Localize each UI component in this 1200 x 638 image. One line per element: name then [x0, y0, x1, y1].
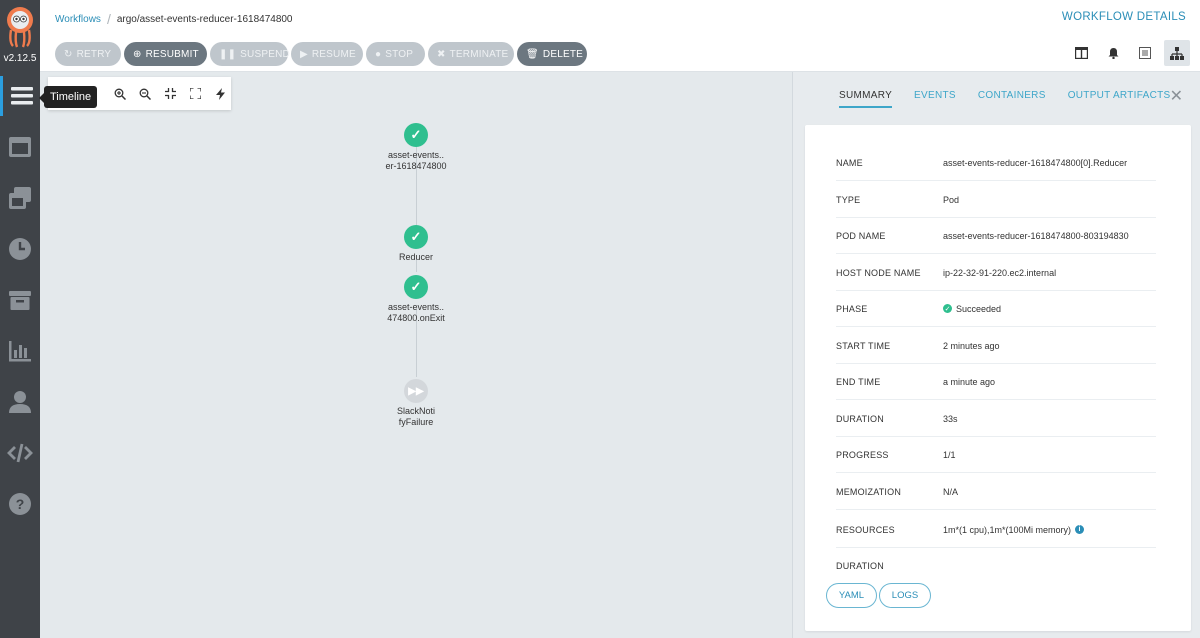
timeline-icon [10, 87, 33, 105]
graph-node-reducer[interactable]: ✓ Reducer [376, 225, 456, 263]
bell-icon[interactable] [1100, 40, 1126, 66]
graph-node-onexit[interactable]: ✓ asset-events.. 474800.onExit [376, 275, 456, 324]
resume-button[interactable]: ▶ RESUME [291, 42, 363, 66]
detail-row-resources: RESOURCES 1m*(1 cpu),1m*(100Mi memory) i [836, 512, 1156, 548]
breadcrumb: Workflows / argo/asset-events-reducer-16… [55, 11, 293, 27]
graph-node-slack-notify[interactable]: ▶▶ SlackNoti fyFailure [376, 379, 456, 428]
stop-icon: ● [375, 48, 382, 60]
pause-icon: ❚❚ [219, 48, 237, 60]
argo-logo[interactable] [4, 4, 36, 48]
detail-row-host-node-name: HOST NODE NAME ip-22-32-91-220.ec2.intern… [836, 255, 1156, 291]
sidebar-item-timeline[interactable] [0, 76, 40, 116]
fullscreen-icon[interactable] [188, 87, 202, 101]
tab-output-artifacts[interactable]: OUTPUT ARTIFACTS [1068, 90, 1171, 108]
svg-text:?: ? [16, 496, 25, 512]
zoom-in-icon[interactable] [113, 87, 127, 101]
bar-chart-icon [9, 341, 31, 362]
graph-node-root[interactable]: ✓ asset-events.. er-1618474800 [376, 123, 456, 172]
help-icon: ? [9, 493, 31, 515]
node-label: SlackNoti fyFailure [396, 406, 435, 427]
workflow-actions: ↻ RETRY ⊕ RESUBMIT ❚❚ SUSPEND ▶ RESUME ● STOP… [55, 42, 587, 66]
archive-icon [9, 291, 31, 310]
logs-button[interactable]: LOGS [879, 583, 931, 608]
info-icon[interactable]: i [1075, 525, 1085, 534]
detail-row-duration-2: DURATION [836, 561, 884, 571]
play-icon: ▶ [300, 48, 308, 60]
panel-tabs: SUMMARY EVENTS CONTAINERS OUTPUT ARTIFAC… [839, 90, 1170, 108]
tab-summary[interactable]: SUMMARY [839, 90, 893, 108]
view-switcher [1068, 40, 1190, 66]
delete-button[interactable]: 🗑 DELETE [517, 42, 587, 66]
resubmit-button[interactable]: ⊕ RESUBMIT [124, 42, 207, 66]
detail-row-duration: DURATION 33s [836, 401, 1156, 437]
cluster-templates-icon [9, 187, 31, 209]
yaml-button[interactable]: YAML [826, 583, 877, 608]
split-view-icon[interactable] [1068, 40, 1094, 66]
node-label: Reducer [398, 252, 434, 262]
detail-row-progress: PROGRESS 1/1 [836, 437, 1156, 473]
detail-row-end-time: END TIME a minute ago [836, 364, 1156, 400]
close-icon[interactable]: ✕ [1170, 86, 1183, 106]
suspend-button[interactable]: ❚❚ SUSPEND [210, 42, 290, 66]
zoom-out-icon[interactable] [138, 87, 152, 101]
code-icon [7, 443, 33, 463]
sidebar-item-workflow-templates[interactable] [0, 127, 40, 167]
fit-icon[interactable] [163, 87, 177, 101]
success-check-icon: ✓ [404, 275, 428, 299]
app-version: v2.12.5 [3, 53, 37, 64]
retry-icon: ↻ [64, 48, 73, 60]
node-label: asset-events.. er-1618474800 [385, 150, 447, 171]
terminate-icon: ✖ [437, 48, 446, 60]
sidebar-item-reports[interactable] [0, 331, 40, 371]
resubmit-icon: ⊕ [133, 48, 142, 60]
breadcrumb-current: argo/asset-events-reducer-1618474800 [116, 13, 293, 25]
stop-button[interactable]: ● STOP [366, 42, 425, 66]
tab-containers[interactable]: CONTAINERS [978, 90, 1046, 108]
sidebar-item-cron-workflows[interactable] [0, 229, 40, 269]
detail-row-start-time: START TIME 2 minutes ago [836, 328, 1156, 364]
header: Workflows / argo/asset-events-reducer-16… [40, 0, 1200, 72]
skipped-icon: ▶▶ [404, 379, 428, 403]
tab-events[interactable]: EVENTS [914, 90, 956, 108]
summary-icon[interactable] [1132, 40, 1158, 66]
success-check-icon: ✓ [943, 304, 952, 313]
clock-icon [9, 238, 31, 260]
workflow-templates-icon [9, 137, 31, 157]
workflow-graph[interactable]: ✓ asset-events.. er-1618474800 ✓ Reducer … [40, 72, 792, 638]
detail-row-pod-name: POD NAME asset-events-reducer-1618474800-… [836, 218, 1156, 254]
retry-button[interactable]: ↻ RETRY [55, 42, 121, 66]
breadcrumb-workflows-link[interactable]: Workflows [55, 14, 101, 25]
sidebar-item-help[interactable]: ? [0, 484, 40, 524]
sidebar-item-archived-workflows[interactable] [0, 280, 40, 320]
node-label: asset-events.. 474800.onExit [387, 302, 445, 323]
graph-view-icon[interactable] [1164, 40, 1190, 66]
success-check-icon: ✓ [404, 225, 428, 249]
summary-card: NAME asset-events-reducer-1618474800[0].R… [805, 125, 1191, 631]
sidebar-item-cluster-templates[interactable] [0, 178, 40, 218]
sidebar-item-user[interactable] [0, 382, 40, 422]
sidebar-tooltip: Timeline [38, 86, 98, 108]
page-title: WORKFLOW DETAILS [1061, 11, 1186, 23]
sidebar: v2.12.5 Timeline ? [0, 0, 98, 638]
detail-row-memoization: MEMOIZATION N/A [836, 474, 1156, 510]
detail-row-phase: PHASE ✓ Succeeded [836, 291, 1156, 327]
trash-icon: 🗑 [526, 48, 539, 60]
node-details-panel: SUMMARY EVENTS CONTAINERS OUTPUT ARTIFAC… [792, 72, 1200, 638]
detail-row-name: NAME asset-events-reducer-1618474800[0].R… [836, 145, 1156, 181]
user-icon [9, 391, 31, 413]
success-check-icon: ✓ [404, 123, 428, 147]
breadcrumb-separator: / [106, 11, 111, 27]
lightning-icon[interactable] [213, 87, 227, 101]
sidebar-item-api-docs[interactable] [0, 433, 40, 473]
terminate-button[interactable]: ✖ TERMINATE [428, 42, 514, 66]
detail-row-type: TYPE Pod [836, 182, 1156, 218]
